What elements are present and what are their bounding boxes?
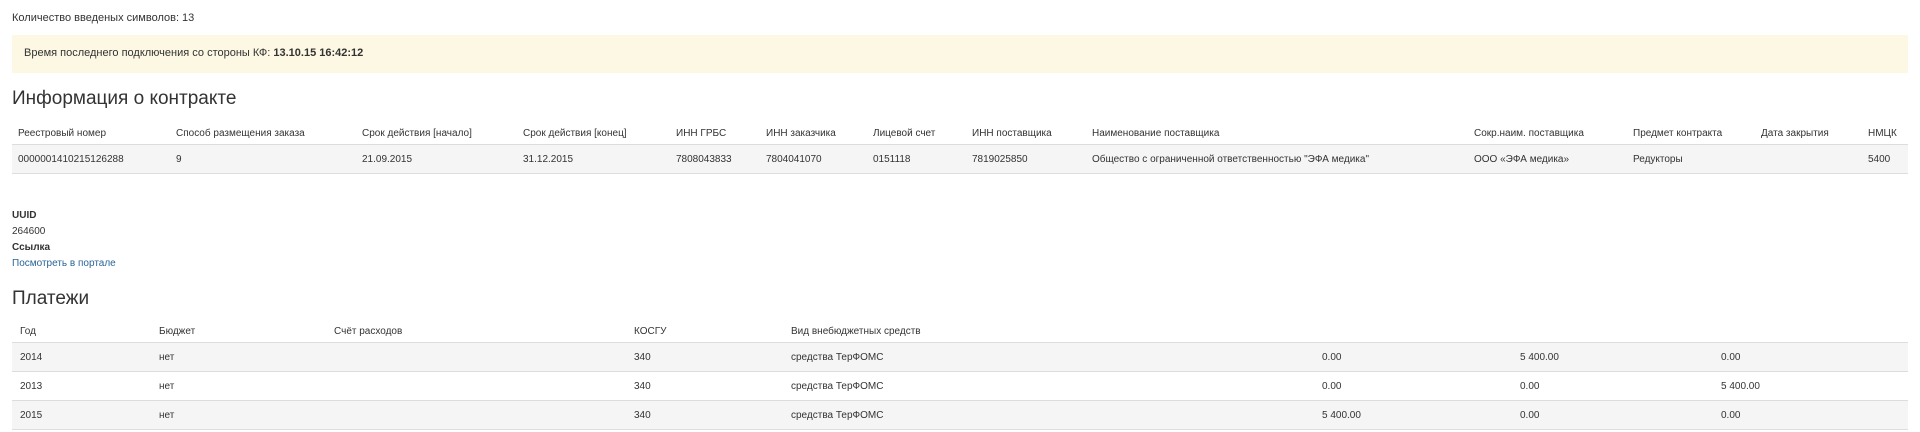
table-cell: 2015 [12, 400, 151, 430]
col-header [1512, 320, 1713, 343]
table-cell: нет [151, 342, 326, 372]
payments-section-title: Платежи [12, 288, 90, 309]
col-header: Предмет контракта [1627, 122, 1755, 145]
table-cell: 340 [626, 342, 783, 372]
col-header: Лицевой счет [867, 122, 966, 145]
col-header: Вид внебюджетных средств [783, 320, 1314, 343]
table-cell: нет [151, 371, 326, 401]
col-header: НМЦК [1862, 122, 1908, 145]
table-row: 2013 нет 340 средства ТерФОМС 0.00 0.00 … [12, 371, 1908, 401]
contract-meta: UUID 264600 Ссылка Посмотреть в портале [12, 208, 116, 272]
table-cell: средства ТерФОМС [783, 400, 1314, 430]
alert-text: Время последнего подключения со стороны … [24, 47, 274, 59]
table-cell: 0000001410215126288 [12, 144, 170, 174]
table-cell: 9 [170, 144, 356, 174]
table-row: 2014 нет 340 средства ТерФОМС 0.00 5 400… [12, 342, 1908, 372]
contract-section-title: Информация о контракте [12, 88, 237, 109]
table-cell: 2014 [12, 342, 151, 372]
table-cell: 2013 [12, 371, 151, 401]
col-header: Счёт расходов [326, 320, 626, 343]
table-cell: 0.00 [1713, 400, 1908, 430]
table-cell [326, 371, 626, 401]
alert-datetime: 13.10.15 16:42:12 [273, 47, 364, 59]
table-cell: 7819025850 [966, 144, 1086, 174]
col-header: Бюджет [151, 320, 326, 343]
table-row: 2015 нет 340 средства ТерФОМС 5 400.00 0… [12, 400, 1908, 430]
table-cell: 5400 [1862, 144, 1908, 174]
col-header: Наименование поставщика [1086, 122, 1468, 145]
col-header: ИНН заказчика [760, 122, 867, 145]
table-cell: ООО «ЭФА медика» [1468, 144, 1627, 174]
col-header [1314, 320, 1512, 343]
table-cell: 0.00 [1314, 371, 1512, 401]
table-cell: 5 400.00 [1713, 371, 1908, 401]
table-cell: 7804041070 [760, 144, 867, 174]
table-cell: 0.00 [1713, 342, 1908, 372]
table-cell: Общество с ограниченной ответственностью… [1086, 144, 1468, 174]
table-cell [1755, 144, 1862, 174]
symbol-counter: Количество введеных символов: 13 [12, 12, 195, 24]
table-cell [326, 342, 626, 372]
table-cell: 340 [626, 371, 783, 401]
table-cell: 0151118 [867, 144, 966, 174]
table-row: 0000001410215126288 9 21.09.2015 31.12.2… [12, 144, 1908, 174]
col-header: ИНН ГРБС [670, 122, 760, 145]
table-cell: 7808043833 [670, 144, 760, 174]
view-in-portal-link[interactable]: Посмотреть в портале [12, 258, 116, 269]
table-cell [326, 400, 626, 430]
col-header: Сокр.наим. поставщика [1468, 122, 1627, 145]
payments-table: Год Бюджет Счёт расходов КОСГУ Вид внебю… [12, 320, 1908, 430]
col-header: Год [12, 320, 151, 343]
table-cell: 21.09.2015 [356, 144, 517, 174]
col-header: Дата закрытия [1755, 122, 1862, 145]
contract-header-row: Реестровый номер Способ размещения заказ… [12, 122, 1908, 145]
col-header: Способ размещения заказа [170, 122, 356, 145]
col-header [1713, 320, 1908, 343]
table-cell: 31.12.2015 [517, 144, 670, 174]
table-cell: нет [151, 400, 326, 430]
col-header: Срок действия [начало] [356, 122, 517, 145]
col-header: ИНН поставщика [966, 122, 1086, 145]
table-cell: 0.00 [1314, 342, 1512, 372]
table-cell: 5 400.00 [1314, 400, 1512, 430]
last-connection-alert: Время последнего подключения со стороны … [12, 35, 1908, 73]
uuid-value: 264600 [12, 226, 46, 237]
col-header: Срок действия [конец] [517, 122, 670, 145]
table-cell: средства ТерФОМС [783, 342, 1314, 372]
col-header: КОСГУ [626, 320, 783, 343]
link-label: Ссылка [12, 242, 51, 253]
table-cell: 0.00 [1512, 400, 1713, 430]
contract-table: Реестровый номер Способ размещения заказ… [12, 122, 1908, 174]
col-header: Реестровый номер [12, 122, 170, 145]
uuid-label: UUID [12, 210, 37, 221]
table-cell: средства ТерФОМС [783, 371, 1314, 401]
table-cell: Редукторы [1627, 144, 1755, 174]
table-cell: 340 [626, 400, 783, 430]
table-cell: 5 400.00 [1512, 342, 1713, 372]
payments-header-row: Год Бюджет Счёт расходов КОСГУ Вид внебю… [12, 320, 1908, 343]
table-cell: 0.00 [1512, 371, 1713, 401]
